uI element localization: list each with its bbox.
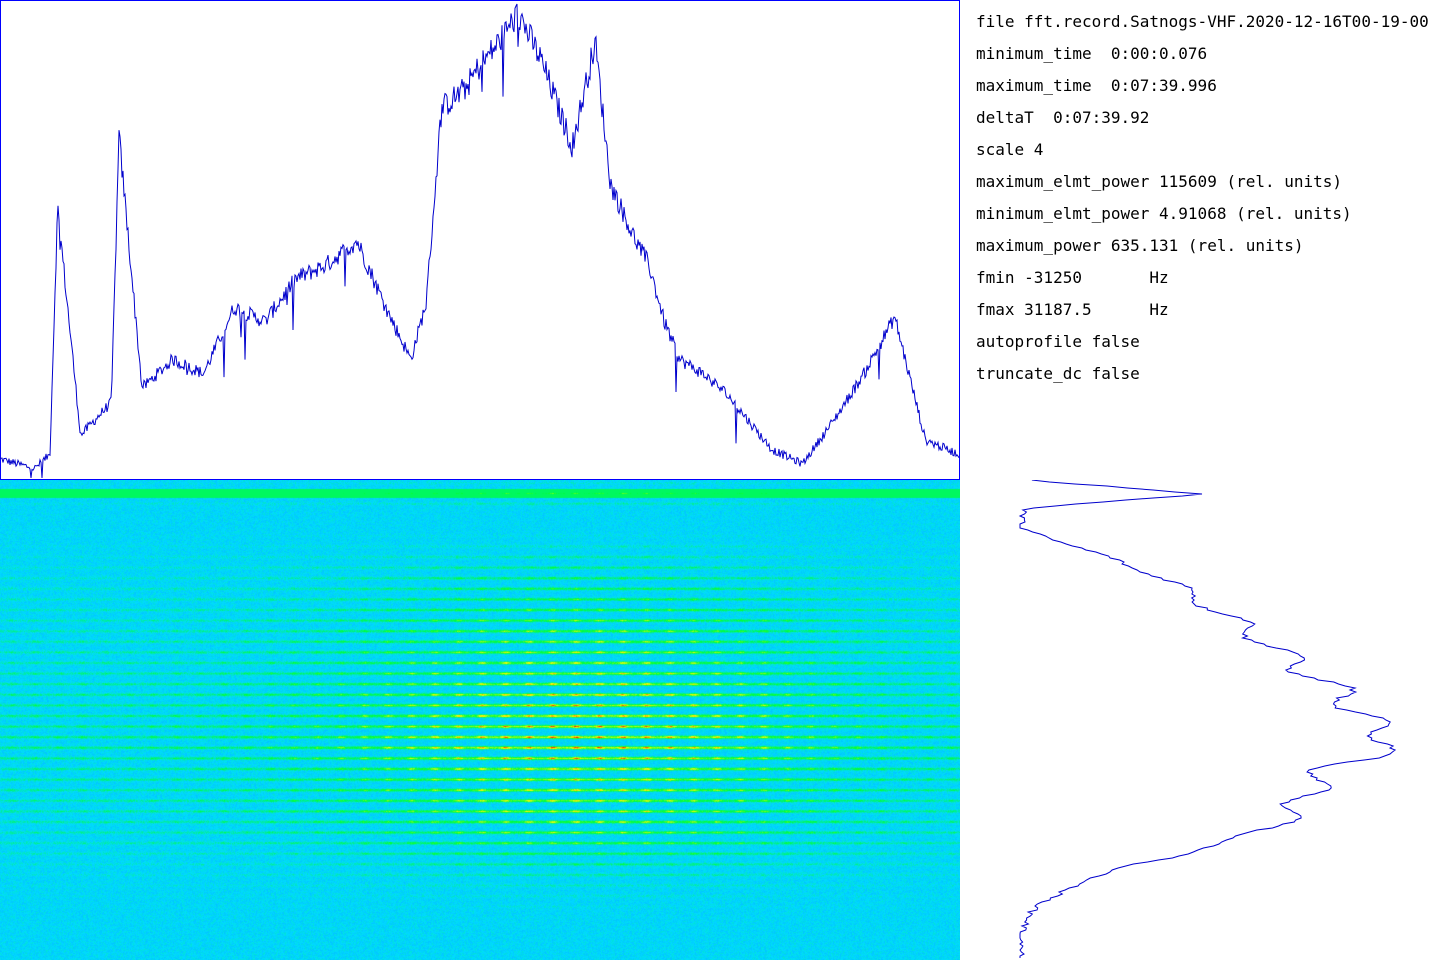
info-minimum-elmt-power: minimum_elmt_power 4.91068 (rel. units) — [976, 204, 1352, 223]
info-truncate-dc: truncate_dc false — [976, 364, 1140, 383]
spectrogram-canvas — [0, 480, 960, 960]
time-profile-svg — [1018, 480, 1397, 958]
info-scale: scale 4 — [976, 140, 1044, 159]
frequency-profile-svg — [0, 0, 960, 480]
info-fmin: fmin -31250 Hz — [976, 268, 1169, 287]
info-file: file fft.record.Satnogs-VHF.2020-12-16T0… — [976, 12, 1429, 31]
frequency-profile-chart — [0, 0, 960, 480]
info-autoprofile: autoprofile false — [976, 332, 1140, 351]
info-maximum-elmt-power: maximum_elmt_power 115609 (rel. units) — [976, 172, 1343, 191]
info-maximum-time: maximum_time 0:07:39.996 — [976, 76, 1217, 95]
info-minimum-time: minimum_time 0:00:0.076 — [976, 44, 1208, 63]
info-fmax: fmax 31187.5 Hz — [976, 300, 1169, 319]
waterfall-spectrogram — [0, 480, 960, 960]
time-profile-trace — [1018, 480, 1397, 958]
time-profile-chart — [960, 480, 1440, 960]
info-maximum-power: maximum_power 635.131 (rel. units) — [976, 236, 1304, 255]
info-delta-t: deltaT 0:07:39.92 — [976, 108, 1150, 127]
info-panel: file fft.record.Satnogs-VHF.2020-12-16T0… — [976, 8, 1440, 448]
